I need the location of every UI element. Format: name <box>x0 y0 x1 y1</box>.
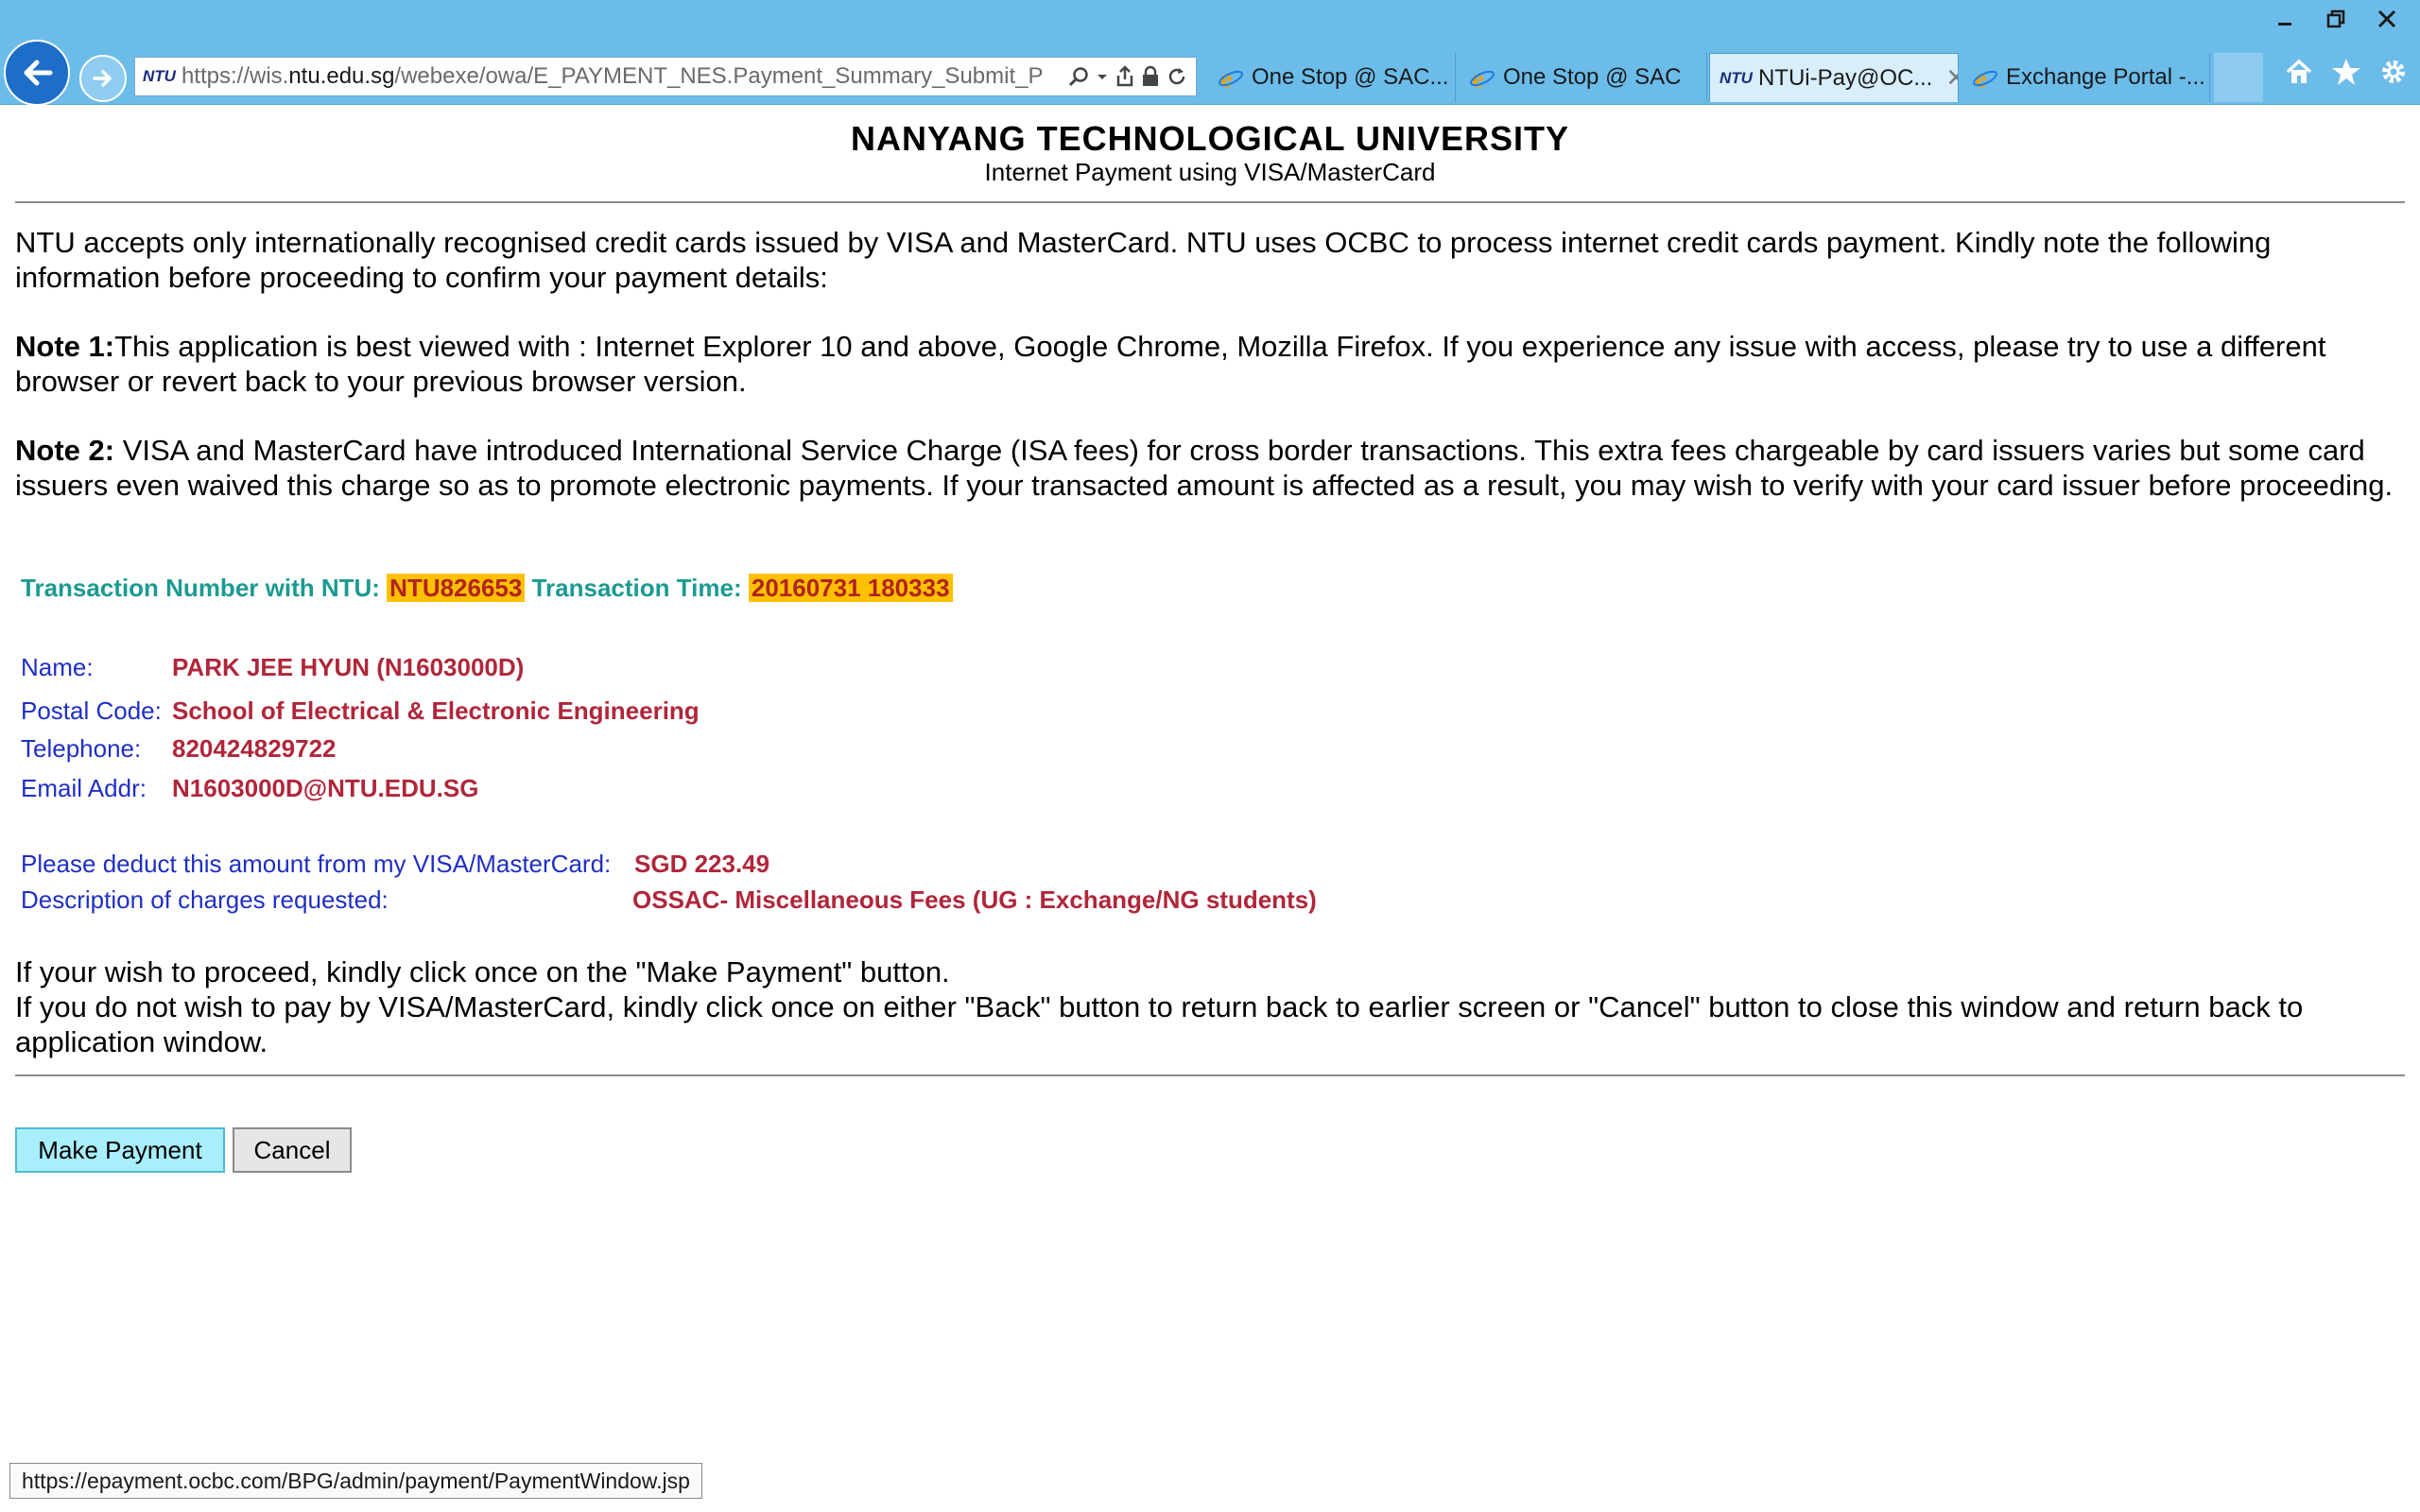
note-1-text: This application is best viewed with : I… <box>15 330 2326 398</box>
note-2: Note 2: VISA and MasterCard have introdu… <box>15 433 2405 503</box>
share-icon[interactable] <box>1115 65 1135 88</box>
browser-toolbar <box>2284 57 2409 87</box>
close-window-icon[interactable] <box>2365 0 2409 38</box>
ie-icon: e <box>1218 64 1244 91</box>
tab-label: One Stop @ SAC... <box>1252 64 1449 90</box>
note-2-text: VISA and MasterCard have introduced Inte… <box>15 434 2394 502</box>
forward-button[interactable] <box>79 55 127 102</box>
ie-icon: e <box>1972 64 1998 91</box>
back-button[interactable] <box>4 40 70 106</box>
transaction-number: NTU826653 <box>387 574 526 602</box>
amount-value: SGD 223.49 <box>634 850 770 878</box>
address-bar[interactable]: NTU https://wis.ntu.edu.sg/webexe/owa/E_… <box>134 57 1197 96</box>
favorites-star-icon[interactable] <box>2331 57 2361 87</box>
tab-ntu-ipay[interactable]: NTU NTUi-Pay@OC... ✕ <box>1709 53 1959 102</box>
refresh-icon[interactable] <box>1166 65 1188 88</box>
tab-one-stop-1[interactable]: e One Stop @ SAC... <box>1208 53 1456 102</box>
home-icon[interactable] <box>2284 57 2314 87</box>
window-controls <box>2263 0 2409 38</box>
ntu-favicon-icon: NTU <box>1720 68 1753 87</box>
lock-icon[interactable] <box>1141 65 1160 88</box>
dropdown-arrow-icon[interactable] <box>1096 70 1109 83</box>
url-host: ntu.edu.sg <box>288 63 395 89</box>
settings-gear-icon[interactable] <box>2378 57 2409 87</box>
note-1-label: Note 1: <box>15 330 115 363</box>
intro-paragraph: NTU accepts only internationally recogni… <box>15 226 2272 294</box>
address-bar-icons <box>1060 65 1196 88</box>
note-1: Note 1:This application is best viewed w… <box>15 329 2405 399</box>
charges-description-value: OSSAC- Miscellaneous Fees (UG : Exchange… <box>632 885 1317 914</box>
search-icon[interactable] <box>1067 65 1090 88</box>
tab-exchange-portal[interactable]: e Exchange Portal -... <box>1962 53 2210 102</box>
page-content: NANYANG TECHNOLOGICAL UNIVERSITY Interne… <box>0 105 2420 1456</box>
restore-icon[interactable] <box>2314 0 2358 38</box>
name-label: Name: <box>21 653 94 681</box>
url-text[interactable]: https://wis.ntu.edu.sg/webexe/owa/E_PAYM… <box>182 63 1060 90</box>
make-payment-button[interactable]: Make Payment <box>15 1127 225 1173</box>
transaction-line: Transaction Number with NTU: NTU826653 T… <box>21 574 953 603</box>
postal-code-label: Postal Code: <box>21 696 162 725</box>
tab-label: NTUi-Pay@OC... <box>1757 64 1933 91</box>
url-prefix: https://wis. <box>181 63 289 89</box>
amount-label: Please deduct this amount from my VISA/M… <box>21 850 612 878</box>
instruction-proceed: If your wish to proceed, kindly click on… <box>15 955 950 988</box>
arrow-right-icon <box>93 70 112 87</box>
instruction-cancel: If you do not wish to pay by VISA/Master… <box>15 990 2304 1058</box>
name-value: PARK JEE HYUN (N1603000D) <box>172 653 525 681</box>
email-label: Email Addr: <box>21 774 147 802</box>
tab-label: Exchange Portal -... <box>2006 64 2205 90</box>
minimize-icon[interactable] <box>2263 0 2307 38</box>
note-2-label: Note 2: <box>15 434 115 467</box>
transaction-time-label: Transaction Time: <box>531 574 742 602</box>
postal-code-value: School of Electrical & Electronic Engine… <box>172 696 700 725</box>
ie-icon: e <box>1469 64 1495 91</box>
top-divider <box>15 201 2405 203</box>
bottom-divider <box>15 1074 2405 1076</box>
university-title: NANYANG TECHNOLOGICAL UNIVERSITY <box>850 119 1570 158</box>
browser-chrome: NTU https://wis.ntu.edu.sg/webexe/owa/E_… <box>0 0 2420 106</box>
site-favicon: NTU <box>143 67 176 85</box>
cancel-button[interactable]: Cancel <box>233 1127 352 1173</box>
url-path: /webexe/owa/E_PAYMENT_NES.Payment_Summar… <box>394 63 1044 89</box>
tab-label: One Stop @ SAC <box>1503 64 1682 90</box>
telephone-value: 820424829722 <box>172 734 337 763</box>
charges-description-label: Description of charges requested: <box>21 885 389 914</box>
transaction-time: 20160731 180333 <box>748 574 953 602</box>
status-bar-url: https://epayment.ocbc.com/BPG/admin/paym… <box>9 1463 702 1499</box>
arrow-left-icon <box>24 60 53 86</box>
tab-one-stop-2[interactable]: e One Stop @ SAC <box>1460 53 1707 102</box>
payment-subtitle: Internet Payment using VISA/MasterCard <box>984 158 1436 186</box>
close-tab-icon[interactable]: ✕ <box>1945 63 1958 93</box>
email-value: N1603000D@NTU.EDU.SG <box>172 774 479 802</box>
transaction-number-label: Transaction Number with NTU: <box>21 574 380 602</box>
telephone-label: Telephone: <box>21 734 142 763</box>
new-tab-button[interactable] <box>2214 53 2263 102</box>
